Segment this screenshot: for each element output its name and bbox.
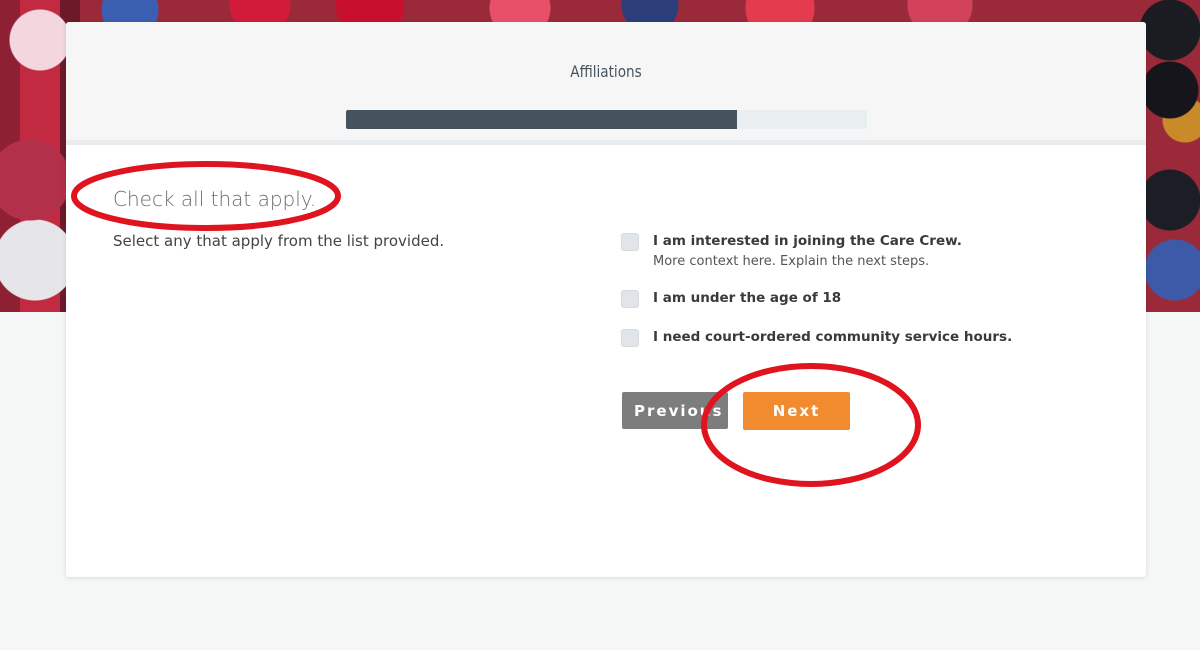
option-care-crew: I am interested in joining the Care Crew… [621, 233, 962, 269]
section-subtitle: Select any that apply from the list prov… [113, 232, 445, 250]
step-title: Affiliations [570, 62, 642, 81]
option-label: I am interested in joining the Care Crew… [653, 233, 962, 249]
previous-button[interactable]: Previous [622, 392, 728, 429]
under-18-checkbox[interactable] [621, 290, 639, 308]
option-label: I am under the age of 18 [653, 290, 842, 306]
option-description: More context here. Explain the next step… [653, 254, 930, 269]
progress-fill [346, 110, 737, 129]
option-court-ordered: I need court-ordered community service h… [621, 329, 1012, 347]
progress-bar [346, 110, 867, 129]
form-card: Affiliations Check all that apply. Selec… [66, 22, 1146, 577]
form-header: Affiliations [66, 22, 1146, 145]
care-crew-checkbox[interactable] [621, 233, 639, 251]
court-ordered-checkbox[interactable] [621, 329, 639, 347]
option-under-18: I am under the age of 18 [621, 290, 841, 308]
section-title: Check all that apply. [113, 187, 317, 211]
next-button[interactable]: Next [743, 392, 850, 430]
option-label: I need court-ordered community service h… [653, 329, 1013, 345]
